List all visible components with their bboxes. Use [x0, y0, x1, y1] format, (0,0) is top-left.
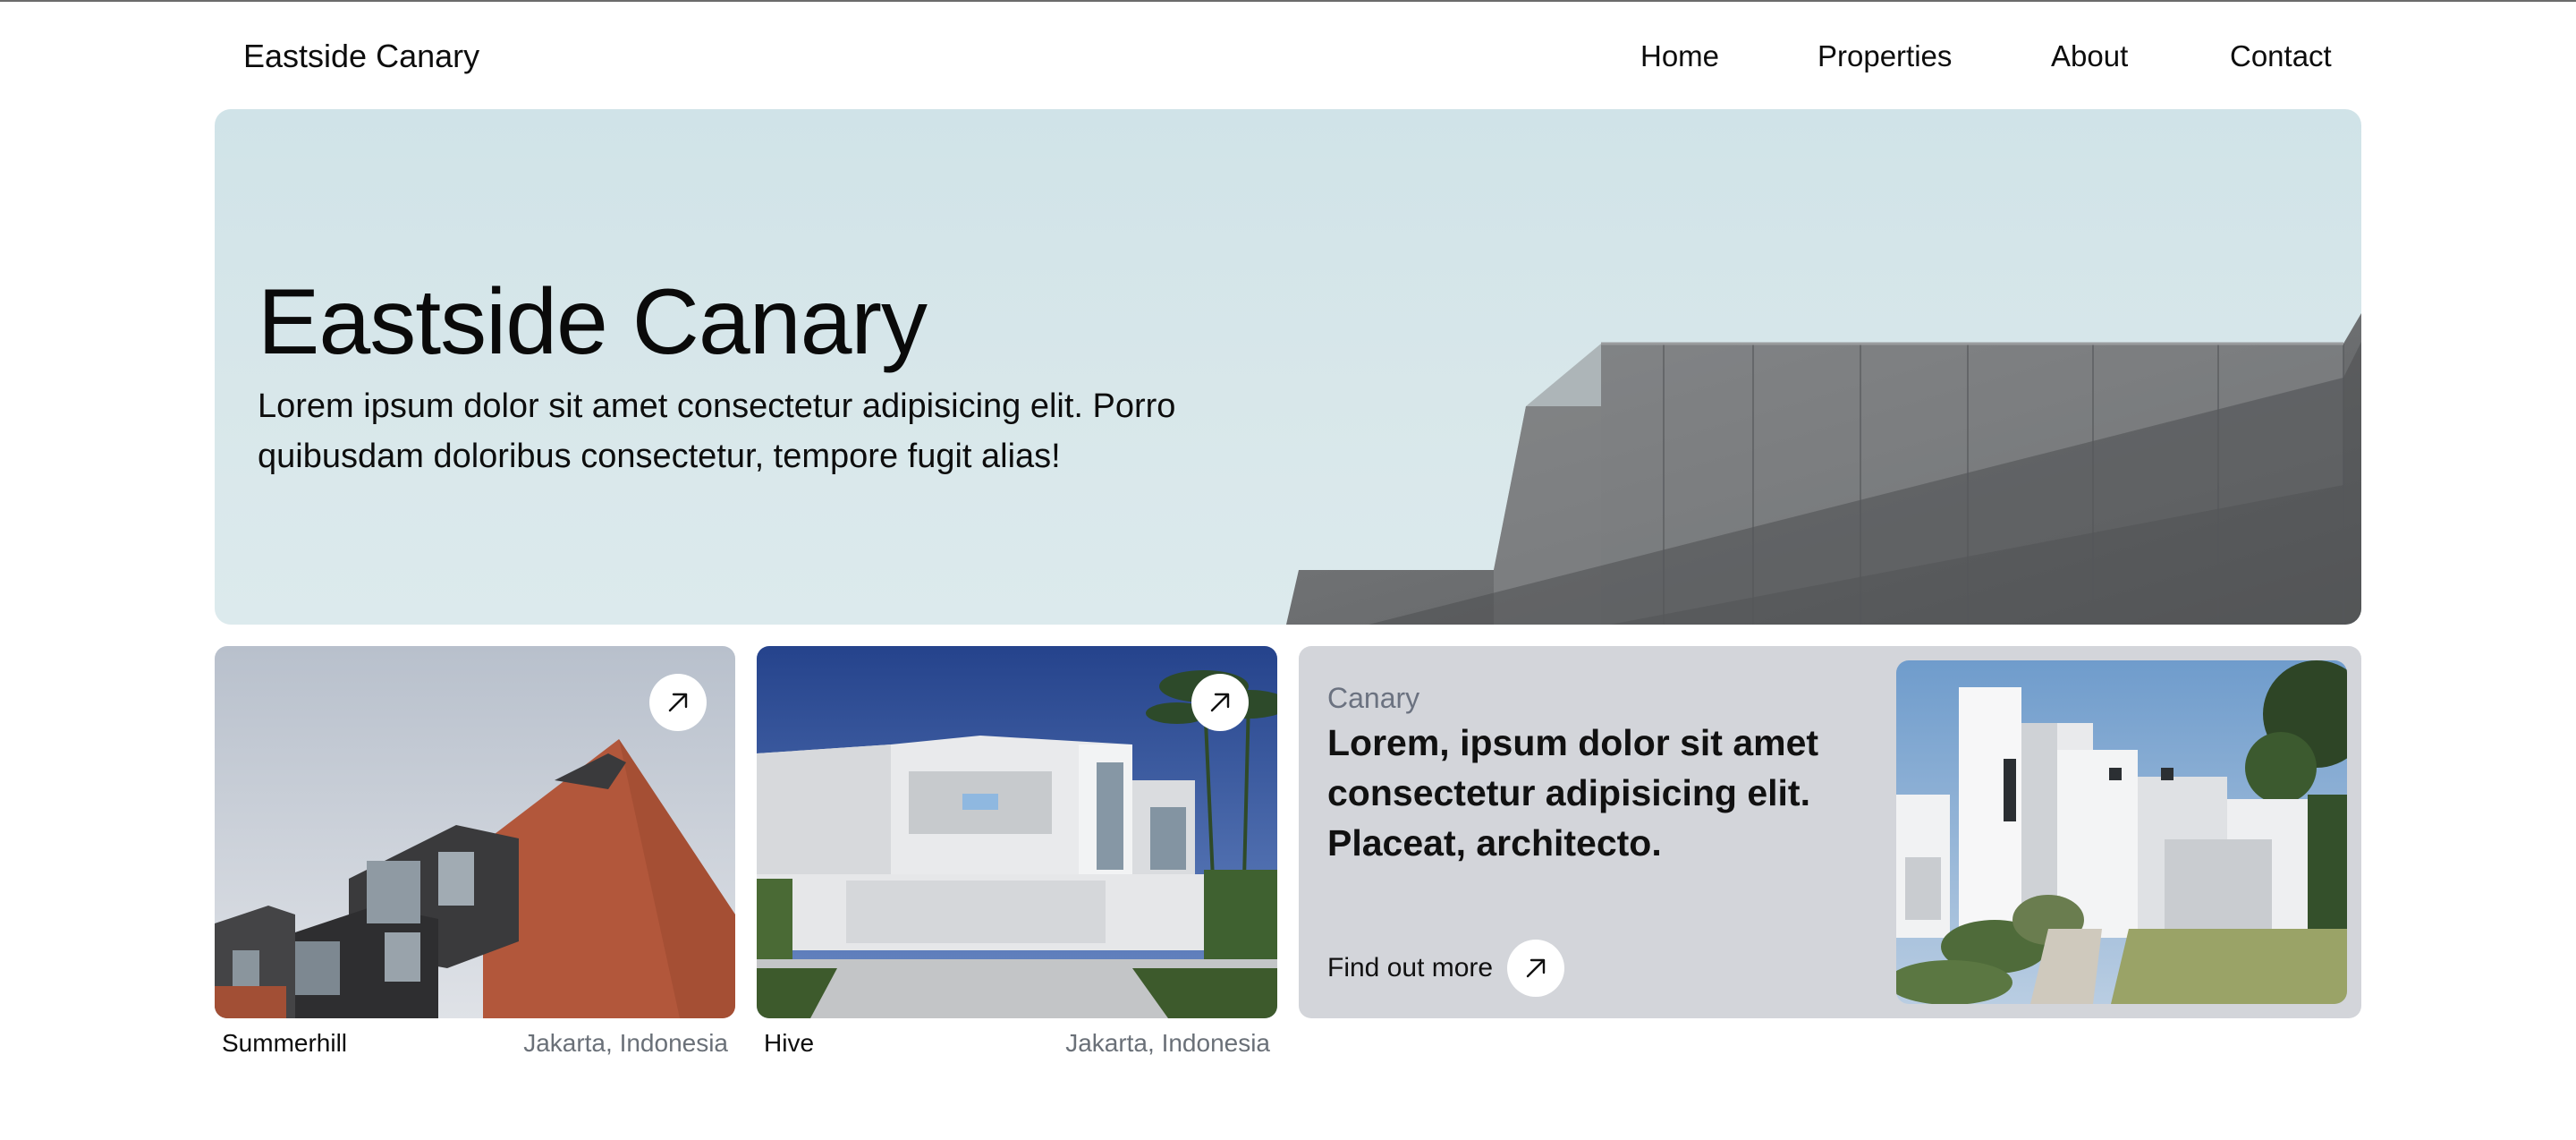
- feature-eyebrow: Canary: [1327, 682, 1420, 714]
- top-border: [0, 0, 2576, 2]
- arrow-up-right-icon: [1210, 693, 1230, 712]
- find-out-more-button[interactable]: [1507, 940, 1565, 997]
- hero-title: Eastside Canary: [258, 270, 928, 374]
- feature-house-image: [1896, 660, 2347, 1004]
- find-out-more-link[interactable]: Find out more: [1327, 940, 1565, 997]
- white-house-photo: [1896, 660, 2347, 1004]
- find-out-more-label: Find out more: [1327, 953, 1494, 983]
- brand-logo[interactable]: Eastside Canary: [243, 32, 479, 81]
- arrow-up-right-icon: [1526, 958, 1546, 978]
- nav-home-link[interactable]: Home: [1640, 32, 1719, 81]
- property-card-hive[interactable]: [757, 646, 1277, 1018]
- property-name-summerhill: Summerhill: [222, 1029, 348, 1057]
- nav-contact-link[interactable]: Contact: [2230, 32, 2332, 81]
- hero-banner: Eastside Canary Lorem ipsum dolor sit am…: [215, 109, 2361, 625]
- nav-properties-link[interactable]: Properties: [1818, 32, 1952, 81]
- arrow-up-right-icon: [668, 693, 688, 712]
- property-location-summerhill: Jakarta, Indonesia: [523, 1029, 728, 1057]
- property-name-hive: Hive: [764, 1029, 815, 1057]
- open-hive-button[interactable]: [1191, 674, 1249, 731]
- hero-subtitle: Lorem ipsum dolor sit amet consectetur a…: [258, 387, 1176, 475]
- feature-panel: Canary Lorem, ipsum dolor sit amet conse…: [1299, 646, 2361, 1018]
- feature-headline: Lorem, ipsum dolor sit amet consectetur …: [1327, 722, 1819, 864]
- open-summerhill-button[interactable]: [649, 674, 707, 731]
- property-card-summerhill[interactable]: [215, 646, 735, 1018]
- property-location-hive: Jakarta, Indonesia: [1065, 1029, 1270, 1057]
- nav-about-link[interactable]: About: [2051, 32, 2128, 81]
